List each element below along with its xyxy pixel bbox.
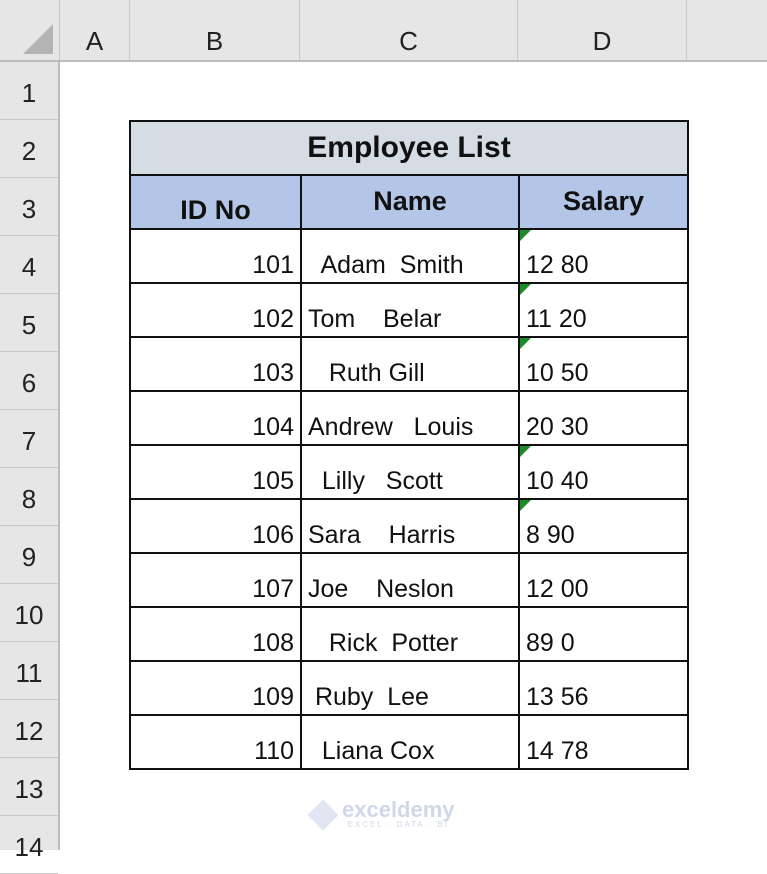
table-row: 110 Liana Cox 14 78	[129, 714, 689, 770]
column-header-bar: A B C D	[0, 0, 767, 62]
name-cell[interactable]: Andrew Louis	[300, 390, 520, 446]
column-header-b[interactable]: B	[130, 0, 300, 60]
salary-value: 20 30	[526, 413, 589, 441]
id-cell[interactable]: 104	[129, 390, 302, 446]
salary-value: 89 0	[526, 629, 575, 657]
error-indicator-icon[interactable]	[520, 338, 531, 349]
id-cell[interactable]: 110	[129, 714, 302, 770]
row-header-7[interactable]: 7	[0, 410, 58, 468]
id-cell[interactable]: 107	[129, 552, 302, 608]
salary-cell[interactable]: 12 80	[518, 228, 689, 284]
table-row: 105 Lilly Scott 10 40	[129, 444, 689, 500]
salary-cell[interactable]: 10 50	[518, 336, 689, 392]
salary-value: 11 20	[526, 305, 587, 333]
salary-cell[interactable]: 20 30	[518, 390, 689, 446]
table-row: 102 Tom Belar 11 20	[129, 282, 689, 338]
table-title[interactable]: Employee List	[129, 120, 689, 176]
row-header-11[interactable]: 11	[0, 642, 58, 700]
row-header-2[interactable]: 2	[0, 120, 58, 178]
row-header-5[interactable]: 5	[0, 294, 58, 352]
name-cell[interactable]: Liana Cox	[300, 714, 520, 770]
row-header-6[interactable]: 6	[0, 352, 58, 410]
id-cell[interactable]: 105	[129, 444, 302, 500]
row-header-4[interactable]: 4	[0, 236, 58, 294]
table-row: 107 Joe Neslon 12 00	[129, 552, 689, 608]
error-indicator-icon[interactable]	[520, 230, 531, 241]
watermark-tagline: EXCEL · DATA · BI	[347, 820, 449, 829]
row-header-12[interactable]: 12	[0, 700, 58, 758]
id-cell[interactable]: 101	[129, 228, 302, 284]
error-indicator-icon[interactable]	[520, 284, 531, 295]
salary-cell[interactable]: 10 40	[518, 444, 689, 500]
exceldemy-logo-icon	[307, 798, 339, 831]
name-cell[interactable]: Tom Belar	[300, 282, 520, 338]
id-cell[interactable]: 103	[129, 336, 302, 392]
header-salary[interactable]: Salary	[518, 174, 689, 230]
name-cell[interactable]: Joe Neslon	[300, 552, 520, 608]
name-cell[interactable]: Sara Harris	[300, 498, 520, 554]
row-header-13[interactable]: 13	[0, 758, 58, 816]
name-cell[interactable]: Adam Smith	[300, 228, 520, 284]
salary-cell[interactable]: 11 20	[518, 282, 689, 338]
header-id-no[interactable]: ID No	[129, 174, 302, 230]
employee-table: Employee List ID No Name Salary 101 Adam…	[129, 120, 689, 770]
row-header-1[interactable]: 1	[0, 62, 58, 120]
row-header-9[interactable]: 9	[0, 526, 58, 584]
id-cell[interactable]: 109	[129, 660, 302, 716]
salary-cell[interactable]: 13 56	[518, 660, 689, 716]
salary-value: 8 90	[526, 521, 575, 549]
table-row: 109 Ruby Lee 13 56	[129, 660, 689, 716]
select-all-triangle-icon	[23, 24, 53, 54]
table-row: 106 Sara Harris 8 90	[129, 498, 689, 554]
salary-value: 10 40	[526, 467, 589, 495]
id-cell[interactable]: 102	[129, 282, 302, 338]
row-header-bar: 1 2 3 4 5 6 7 8 9 10 11 12 13 14	[0, 62, 60, 874]
header-row: ID No Name Salary	[129, 174, 689, 230]
row-header-8[interactable]: 8	[0, 468, 58, 526]
error-indicator-icon[interactable]	[520, 446, 531, 457]
table-row: 103 Ruth Gill 10 50	[129, 336, 689, 392]
column-header-d[interactable]: D	[518, 0, 687, 60]
name-cell[interactable]: Lilly Scott	[300, 444, 520, 500]
salary-value: 12 80	[526, 251, 589, 279]
table-row: 101 Adam Smith 12 80	[129, 228, 689, 284]
table-row: 108 Rick Potter 89 0	[129, 606, 689, 662]
salary-value: 12 00	[526, 575, 589, 603]
salary-cell[interactable]: 8 90	[518, 498, 689, 554]
column-header-a[interactable]: A	[60, 0, 130, 60]
title-row: Employee List	[129, 120, 689, 176]
watermark-name: exceldemy	[342, 797, 455, 822]
name-cell[interactable]: Rick Potter	[300, 606, 520, 662]
salary-cell[interactable]: 14 78	[518, 714, 689, 770]
salary-cell[interactable]: 12 00	[518, 552, 689, 608]
error-indicator-icon[interactable]	[520, 500, 531, 511]
salary-value: 13 56	[526, 683, 589, 711]
id-cell[interactable]: 108	[129, 606, 302, 662]
name-cell[interactable]: Ruth Gill	[300, 336, 520, 392]
salary-cell[interactable]: 89 0	[518, 606, 689, 662]
name-cell[interactable]: Ruby Lee	[300, 660, 520, 716]
row-header-3[interactable]: 3	[0, 178, 58, 236]
column-header-c[interactable]: C	[300, 0, 518, 60]
table-row: 104 Andrew Louis 20 30	[129, 390, 689, 446]
exceldemy-watermark: exceldemy EXCEL · DATA · BI	[307, 797, 455, 831]
id-cell[interactable]: 106	[129, 498, 302, 554]
header-name[interactable]: Name	[300, 174, 520, 230]
select-all-button[interactable]	[0, 0, 60, 60]
row-header-10[interactable]: 10	[0, 584, 58, 642]
salary-value: 10 50	[526, 359, 589, 387]
salary-value: 14 78	[526, 737, 589, 765]
row-header-14[interactable]: 14	[0, 816, 58, 874]
